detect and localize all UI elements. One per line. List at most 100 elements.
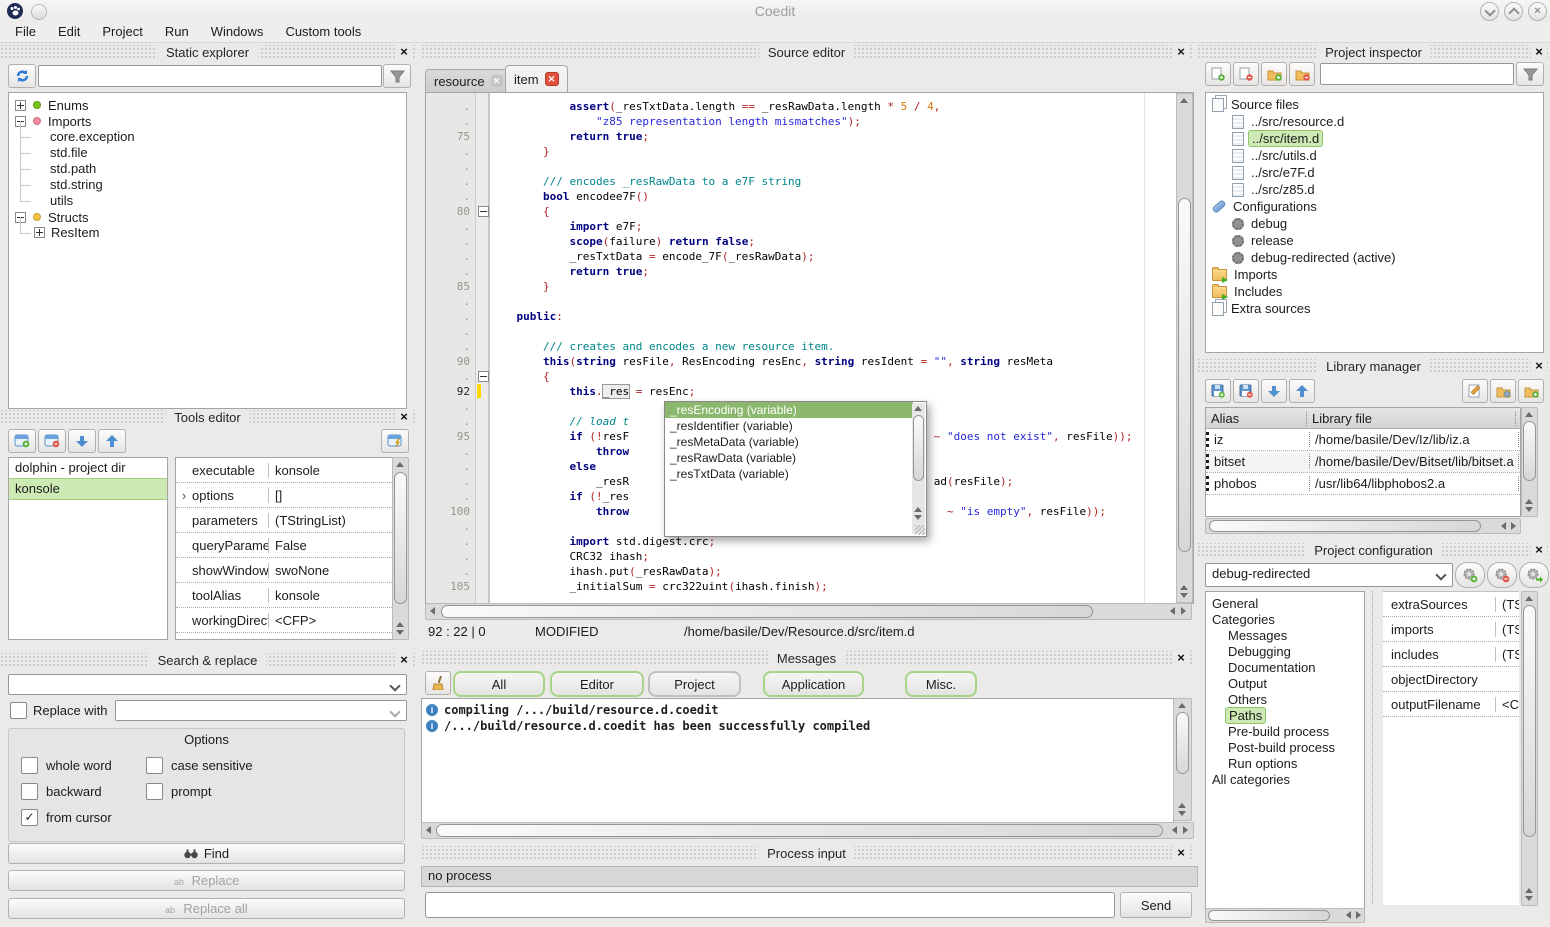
property-row[interactable]: ›options[]: [176, 483, 392, 508]
remove-configuration-button[interactable]: [1487, 562, 1517, 588]
move-tool-up-button[interactable]: [98, 429, 126, 453]
filter-project[interactable]: Project: [648, 671, 741, 697]
remove-source-button[interactable]: [1233, 62, 1259, 86]
property-row[interactable]: parameters(TStringList): [176, 508, 392, 533]
library-hscrollbar[interactable]: [1205, 518, 1521, 534]
search-option-prompt[interactable]: prompt: [146, 783, 404, 800]
symbol-category-row[interactable]: Enums: [9, 97, 406, 113]
project-tree-row[interactable]: Includes: [1206, 283, 1543, 300]
tab-resource-close-icon[interactable]: ✕: [491, 75, 503, 87]
symbol-search-input[interactable]: [38, 65, 382, 87]
project-tree-row[interactable]: ../src/item.d: [1206, 130, 1543, 147]
find-button[interactable]: Find: [8, 843, 405, 864]
config-property-row[interactable]: extraSources(TStringList): [1383, 592, 1519, 617]
messages-close-icon[interactable]: ×: [1173, 650, 1189, 665]
property-row[interactable]: showWindowswoNone: [176, 558, 392, 583]
config-category-row[interactable]: Output: [1206, 676, 1364, 692]
property-value[interactable]: konsole: [268, 588, 387, 603]
project-tree-row[interactable]: ../src/e7F.d: [1206, 164, 1543, 181]
add-source-button[interactable]: [1205, 62, 1231, 86]
filter-application[interactable]: Application: [763, 671, 864, 697]
symbol-item-row[interactable]: utils: [9, 193, 406, 209]
move-library-down-button[interactable]: [1261, 379, 1287, 403]
replace-term-combo[interactable]: [115, 700, 407, 721]
project-tree-row[interactable]: release: [1206, 232, 1543, 249]
library-from-project-button[interactable]: [1490, 379, 1516, 403]
checkbox-checked[interactable]: ✓: [21, 809, 38, 826]
config-property-row[interactable]: imports(TStringList): [1383, 617, 1519, 642]
config-property-value[interactable]: (TStringList): [1495, 597, 1519, 612]
search-option-backward[interactable]: backward: [21, 783, 146, 800]
static-explorer-close-icon[interactable]: ×: [396, 44, 412, 59]
library-column-header[interactable]: Alias: [1206, 411, 1306, 426]
maximize-button[interactable]: [1504, 2, 1523, 21]
completion-popup[interactable]: _resEncoding (variable)_resIdentifier (v…: [664, 401, 927, 537]
config-property-value[interactable]: (TStringList): [1495, 647, 1519, 662]
config-category-row[interactable]: Run options: [1206, 756, 1364, 772]
library-column-header[interactable]: Library file: [1306, 411, 1515, 426]
expand-icon[interactable]: [15, 100, 26, 111]
tool-list-item[interactable]: dolphin - project dir: [9, 458, 167, 478]
property-value[interactable]: swoNone: [268, 563, 387, 578]
messages-hscrollbar[interactable]: [421, 822, 1194, 839]
editor-vscrollbar[interactable]: [1176, 93, 1193, 603]
symbol-item-row[interactable]: ResItem: [9, 225, 406, 241]
menu-custom-tools[interactable]: Custom tools: [274, 22, 372, 42]
menu-project[interactable]: Project: [91, 22, 153, 42]
project-inspector-close-icon[interactable]: ×: [1531, 44, 1547, 59]
config-category-row[interactable]: Pre-build process: [1206, 724, 1364, 740]
add-configuration-button[interactable]: [1455, 562, 1485, 588]
inspector-filter-button[interactable]: [1516, 62, 1544, 86]
edit-tool-button[interactable]: [381, 429, 409, 453]
configuration-select[interactable]: debug-redirected: [1205, 563, 1453, 587]
config-category-row[interactable]: Documentation: [1206, 660, 1364, 676]
remove-tool-button[interactable]: [38, 429, 66, 453]
remove-folder-button[interactable]: [1289, 62, 1315, 86]
editor-hscrollbar[interactable]: [425, 603, 1192, 620]
add-folder-button[interactable]: [1261, 62, 1287, 86]
symbol-category-row[interactable]: Structs: [9, 209, 406, 225]
config-category-row[interactable]: Others: [1206, 692, 1364, 708]
remove-library-button[interactable]: [1233, 379, 1259, 403]
config-hscrollbar[interactable]: [1205, 908, 1365, 923]
completion-scrollbar[interactable]: [912, 403, 925, 534]
config-property-value[interactable]: (TStringList): [1495, 622, 1519, 637]
library-row[interactable]: phobos/usr/lib64/libphobos2.a/us: [1206, 473, 1520, 495]
inspector-filter-input[interactable]: [1320, 63, 1514, 85]
completion-item[interactable]: _resTxtData (variable): [665, 466, 913, 482]
property-value[interactable]: (TStringList): [268, 513, 387, 528]
completion-item[interactable]: _resRawData (variable): [665, 450, 913, 466]
library-row[interactable]: iz/home/basile/Dev/Iz/lib/iz.a/ho: [1206, 429, 1520, 451]
replace-button[interactable]: ab Replace: [8, 870, 405, 891]
project-tree-row[interactable]: ../src/resource.d: [1206, 113, 1543, 130]
config-property-row[interactable]: outputFilename<C: [1383, 692, 1519, 717]
config-category-row[interactable]: Post-build process: [1206, 740, 1364, 756]
process-input-close-icon[interactable]: ×: [1173, 845, 1189, 860]
replace-with-checkbox[interactable]: [10, 702, 27, 719]
popup-resize-grip[interactable]: [915, 525, 925, 535]
symbol-category-row[interactable]: Imports: [9, 113, 406, 129]
edit-library-button[interactable]: [1462, 379, 1488, 403]
library-vscrollbar[interactable]: [1521, 407, 1538, 517]
tool-grid-scrollbar[interactable]: [392, 457, 409, 640]
checkbox[interactable]: [146, 783, 163, 800]
config-category-row[interactable]: General: [1206, 596, 1364, 612]
symbol-item-row[interactable]: std.string: [9, 177, 406, 193]
project-tree-row[interactable]: ../src/utils.d: [1206, 147, 1543, 164]
refresh-button[interactable]: [8, 64, 36, 88]
completion-item[interactable]: _resIdentifier (variable): [665, 418, 913, 434]
tab-item-close-icon[interactable]: ✕: [545, 72, 559, 86]
fold-marker-icon[interactable]: [478, 371, 489, 382]
close-button[interactable]: ×: [1528, 2, 1547, 21]
project-tree-row[interactable]: Source files: [1206, 96, 1543, 113]
menu-windows[interactable]: Windows: [200, 22, 275, 42]
messages-vscrollbar[interactable]: [1173, 698, 1192, 821]
search-option-case-sensitive[interactable]: case sensitive: [146, 757, 404, 774]
config-property-row[interactable]: objectDirectory: [1383, 667, 1519, 692]
add-library-folder-button[interactable]: [1518, 379, 1544, 403]
tool-list-item[interactable]: konsole: [9, 478, 167, 500]
property-value[interactable]: []: [268, 488, 387, 503]
tab-item[interactable]: item ✕: [505, 65, 568, 92]
config-category-row[interactable]: Debugging: [1206, 644, 1364, 660]
source-editor-close-icon[interactable]: ×: [1173, 44, 1189, 59]
